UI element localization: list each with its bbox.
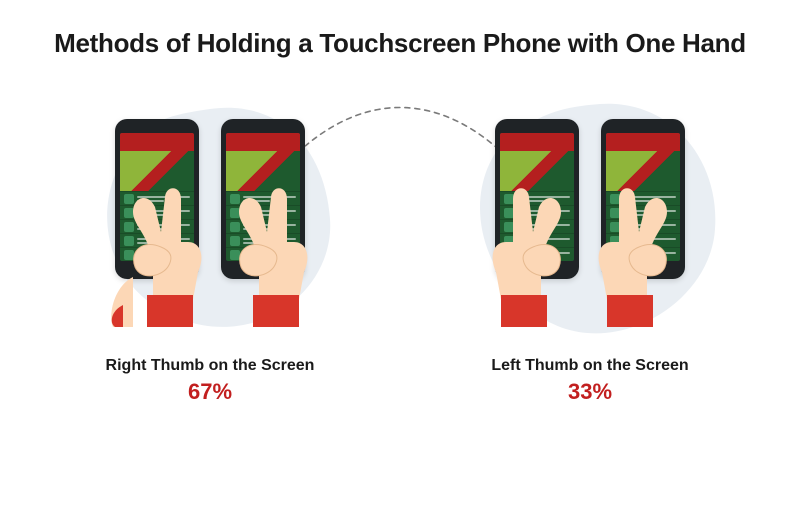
caption-label-left-thumb: Left Thumb on the Screen — [491, 357, 688, 375]
panel-right-thumb: Right Thumb on the Screen 67% — [60, 89, 360, 405]
phone-held-right-b — [217, 109, 309, 319]
phone-screen — [500, 133, 574, 261]
phone-held-right-a — [111, 109, 203, 319]
phone-screen — [226, 133, 300, 261]
illustration-left-thumb — [460, 89, 720, 339]
phone-device — [495, 119, 579, 279]
caption-value-left-thumb: 33% — [491, 379, 688, 405]
illustration-right-thumb — [80, 89, 340, 339]
phone-held-left-a — [491, 109, 583, 319]
phone-held-left-b — [597, 109, 689, 319]
phone-device — [115, 119, 199, 279]
caption-value-right-thumb: 67% — [106, 379, 315, 405]
panel-left-thumb: Left Thumb on the Screen 33% — [440, 89, 740, 405]
panels: Right Thumb on the Screen 67% — [0, 59, 800, 405]
phone-device — [601, 119, 685, 279]
phone-screen — [606, 133, 680, 261]
phone-device — [221, 119, 305, 279]
phone-screen — [120, 133, 194, 261]
page-title: Methods of Holding a Touchscreen Phone w… — [0, 0, 800, 59]
caption-label-right-thumb: Right Thumb on the Screen — [106, 357, 315, 375]
